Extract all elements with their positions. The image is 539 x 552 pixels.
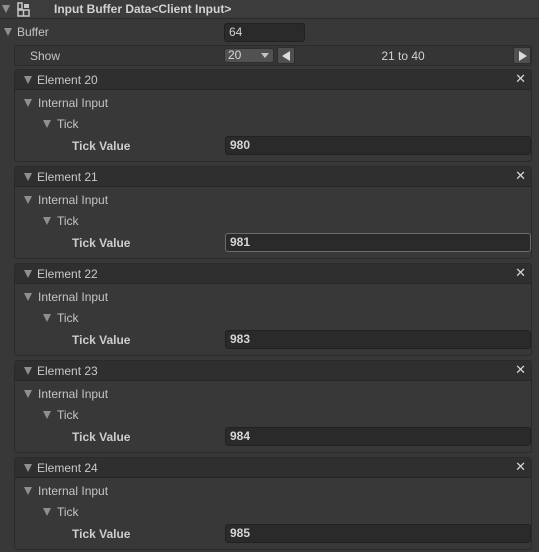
triangle-down-icon[interactable] — [24, 173, 32, 181]
element-header[interactable]: Element 21 ✕ — [15, 167, 531, 187]
buffer-label: Buffer — [17, 25, 49, 39]
previous-page-button[interactable] — [277, 47, 295, 64]
tick-value-label: Tick Value — [72, 236, 131, 250]
internal-input-label: Internal Input — [38, 193, 109, 207]
buffer-size-field[interactable]: 64 — [224, 23, 305, 42]
next-page-button[interactable] — [513, 47, 531, 64]
list-element: Element 20 ✕ Internal Input Tick Tick Va… — [14, 69, 532, 162]
component-title: Input Buffer Data<Client Input> — [54, 2, 232, 16]
triangle-down-icon[interactable] — [24, 293, 32, 301]
element-title: Element 21 — [37, 170, 98, 184]
triangle-down-icon[interactable] — [43, 217, 51, 225]
internal-input-label: Internal Input — [38, 96, 109, 110]
triangle-down-icon[interactable] — [43, 508, 51, 516]
triangle-down-icon[interactable] — [43, 120, 51, 128]
triangle-down-icon[interactable] — [24, 76, 32, 84]
list-element: Element 21 ✕ Internal Input Tick Tick Va… — [14, 166, 532, 259]
triangle-down-icon[interactable] — [2, 5, 10, 13]
close-icon[interactable]: ✕ — [515, 362, 526, 378]
internal-input-foldout[interactable]: Internal Input — [24, 193, 108, 207]
element-title: Element 23 — [37, 364, 98, 378]
element-header[interactable]: Element 23 ✕ — [15, 361, 531, 381]
page-range-text: 21 to 40 — [381, 49, 425, 63]
page-size-value: 20 — [228, 48, 242, 62]
tick-foldout[interactable]: Tick — [43, 214, 79, 228]
tick-value-field[interactable]: 981 — [225, 233, 531, 252]
triangle-down-icon[interactable] — [24, 367, 32, 375]
arrow-right-icon — [519, 51, 527, 61]
internal-input-foldout[interactable]: Internal Input — [24, 96, 108, 110]
tick-value-field[interactable]: 985 — [225, 524, 531, 543]
internal-input-foldout[interactable]: Internal Input — [24, 484, 108, 498]
close-icon[interactable]: ✕ — [515, 459, 526, 475]
tick-value-field[interactable]: 980 — [225, 136, 531, 155]
triangle-down-icon[interactable] — [43, 314, 51, 322]
internal-input-label: Internal Input — [38, 484, 109, 498]
list-element: Element 23 ✕ Internal Input Tick Tick Va… — [14, 360, 532, 453]
tick-label: Tick — [57, 311, 79, 325]
tick-foldout[interactable]: Tick — [43, 311, 79, 325]
triangle-down-icon[interactable] — [24, 464, 32, 472]
triangle-down-icon[interactable] — [24, 99, 32, 107]
triangle-down-icon[interactable] — [4, 28, 12, 36]
triangle-down-icon[interactable] — [24, 196, 32, 204]
show-label: Show — [30, 49, 61, 63]
close-icon[interactable]: ✕ — [515, 71, 526, 87]
tick-foldout[interactable]: Tick — [43, 117, 79, 131]
tick-value-label: Tick Value — [72, 139, 131, 153]
component-icon — [17, 2, 30, 17]
buffer-row[interactable]: Buffer — [4, 22, 49, 42]
close-icon[interactable]: ✕ — [515, 265, 526, 281]
tick-value-label: Tick Value — [72, 430, 131, 444]
arrow-left-icon — [282, 51, 290, 61]
tick-label: Tick — [57, 214, 79, 228]
element-header[interactable]: Element 22 ✕ — [15, 264, 531, 284]
element-title: Element 20 — [37, 73, 98, 87]
tick-label: Tick — [57, 408, 79, 422]
triangle-down-icon[interactable] — [24, 390, 32, 398]
tick-value-label: Tick Value — [72, 527, 131, 541]
tick-foldout[interactable]: Tick — [43, 505, 79, 519]
list-element: Element 24 ✕ Internal Input Tick Tick Va… — [14, 457, 532, 550]
tick-value-label: Tick Value — [72, 333, 131, 347]
internal-input-foldout[interactable]: Internal Input — [24, 387, 108, 401]
element-title: Element 22 — [37, 267, 98, 281]
inspector-panel: Input Buffer Data<Client Input> Buffer 6… — [0, 0, 539, 552]
internal-input-label: Internal Input — [38, 387, 109, 401]
list-element: Element 22 ✕ Internal Input Tick Tick Va… — [14, 263, 532, 356]
element-header[interactable]: Element 20 ✕ — [15, 70, 531, 90]
tick-label: Tick — [57, 505, 79, 519]
page-size-dropdown[interactable]: 20 — [224, 48, 274, 63]
element-header[interactable]: Element 24 ✕ — [15, 458, 531, 478]
close-icon[interactable]: ✕ — [515, 168, 526, 184]
element-title: Element 24 — [37, 461, 98, 475]
triangle-down-icon[interactable] — [24, 487, 32, 495]
internal-input-foldout[interactable]: Internal Input — [24, 290, 108, 304]
internal-input-label: Internal Input — [38, 290, 109, 304]
triangle-down-icon[interactable] — [43, 411, 51, 419]
pagination-bar: Show 20 21 to 40 — [14, 45, 532, 66]
tick-value-field[interactable]: 983 — [225, 330, 531, 349]
chevron-down-icon — [261, 53, 269, 58]
tick-value-field[interactable]: 984 — [225, 427, 531, 446]
tick-foldout[interactable]: Tick — [43, 408, 79, 422]
triangle-down-icon[interactable] — [24, 270, 32, 278]
tick-label: Tick — [57, 117, 79, 131]
component-header[interactable]: Input Buffer Data<Client Input> — [0, 0, 539, 19]
